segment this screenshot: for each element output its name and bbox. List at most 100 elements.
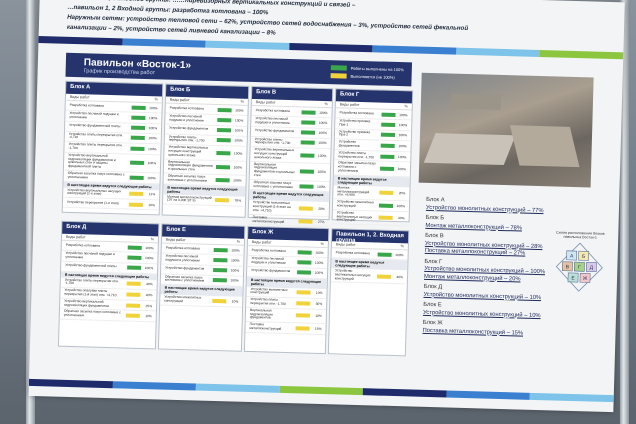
work-label: Разработка котлована — [65, 242, 101, 248]
status-bar — [131, 115, 146, 120]
work-percent: 100% — [144, 255, 154, 261]
work-label: Устройство приямка Пра-2 — [338, 129, 371, 138]
work-label: Устройство фундаментной плиты — [65, 263, 117, 269]
work-label: Устройство вертикальных несущих конструк… — [334, 268, 371, 281]
status-bar — [126, 281, 141, 287]
work-percent: 100% — [233, 151, 243, 156]
col-work: Виды работ — [65, 234, 86, 240]
work-row: Монтаж металлоконструкций (ЭТ на 0,000 Э… — [162, 194, 246, 207]
work-percent: 100% — [317, 153, 327, 158]
work-label: Устройство песчаной подушки и уплотнение — [65, 250, 115, 260]
status-bar — [215, 198, 230, 203]
work-percent: 100% — [147, 147, 157, 152]
work-percent: 40% — [146, 282, 153, 287]
work-label: Устройство песчаной подушки и уплотнение — [251, 256, 286, 265]
work-percent: 11% — [148, 192, 156, 197]
work-percent: 100% — [233, 178, 242, 183]
work-label: Устройство вертикальных несущих конструк… — [254, 147, 295, 160]
status-bar — [213, 247, 228, 252]
col-pct: % — [154, 97, 158, 102]
work-percent: 100% — [399, 112, 408, 117]
work-percent: 10% — [148, 202, 155, 207]
status-bar — [379, 166, 395, 172]
panel-block-a: Блок А Виды работ% Разработка котлована 100… — [61, 80, 164, 216]
col-pct: % — [400, 244, 404, 249]
work-percent: 100% — [234, 118, 244, 123]
construction-site-photo — [418, 72, 594, 188]
work-label: Обратная засыпка пазух котлована с уплот… — [63, 309, 121, 318]
work-label: Разработка котлована — [69, 102, 104, 108]
status-bar — [216, 150, 231, 156]
work-label: Устройство плиты перекрытия отм. -1,700 — [68, 142, 123, 151]
status-bar — [381, 122, 396, 127]
work-percent: 100% — [145, 245, 154, 250]
col-work: Виды работ — [255, 100, 276, 105]
col-pct: % — [404, 104, 408, 109]
status-bar — [300, 153, 315, 158]
status-bar — [376, 274, 392, 279]
status-bar — [377, 252, 392, 257]
status-bar — [296, 290, 311, 296]
status-bar — [131, 125, 146, 131]
work-percent: 100% — [398, 122, 408, 128]
status-bar — [131, 105, 146, 110]
status-bar — [126, 303, 141, 308]
work-percent: 78% — [234, 198, 242, 204]
work-label: Устройство фундаментов — [251, 268, 291, 274]
status-bar — [300, 130, 316, 135]
work-percent: 100% — [317, 169, 326, 175]
work-label: Обратная засыпка пазух котлована с уплот… — [337, 160, 376, 173]
work-label: Устройство монолитных конструкций (1-й э… — [252, 200, 291, 213]
scheme-diagram: А БВ Г ДЕ Ж — [555, 243, 603, 293]
work-label: Устройство песчаной подушки и уплотнение — [69, 110, 119, 120]
summary-block: Блок Ж Поставка металлоконструкций – 15% — [422, 320, 572, 339]
col-pct: % — [320, 241, 324, 247]
work-percent: 28% — [318, 206, 325, 212]
work-percent: 100% — [318, 141, 327, 146]
status-bar — [125, 313, 140, 319]
status-bar — [128, 202, 143, 207]
work-label: Устройство фундаментов — [165, 265, 205, 271]
work-percent: 100% — [317, 184, 326, 189]
work-label: Вертикальная гидроизоляция фундаментов и… — [167, 159, 213, 172]
work-percent: 40% — [397, 216, 405, 221]
work-percent: 100% — [231, 247, 240, 253]
work-percent: 40% — [396, 274, 404, 279]
work-label: Разработка котлована — [251, 247, 286, 253]
status-bar — [127, 265, 142, 271]
work-percent: 100% — [314, 260, 324, 265]
work-label: Обратная засыпка пазух котлована с уплот… — [164, 274, 205, 284]
legend-done: Работы выполнены на 100% — [330, 65, 404, 72]
status-bar — [127, 245, 142, 250]
panel-block-b: Блок Б Виды работ% Разработка котлована 100… — [161, 83, 250, 218]
work-label: Поставка металлоконструкций — [249, 322, 282, 331]
work-label: Устройство фундаментов — [169, 125, 209, 131]
status-bar — [299, 169, 314, 174]
col-work: Виды работ — [69, 94, 90, 100]
work-label: Обратная засыпка пазух котлована с уплот… — [253, 179, 293, 189]
block-layout-scheme: Схема расположения блоков павильона Вост… — [551, 230, 607, 301]
work-percent: 100% — [395, 252, 404, 257]
status-bar — [127, 255, 142, 260]
work-label: Разработка котлована — [255, 107, 290, 113]
work-percent: 100% — [148, 115, 158, 121]
panel-block-v: Блок В Виды работ% Разработка котлована 100… — [247, 85, 334, 228]
scheme-block-label: Г — [578, 265, 581, 271]
work-percent: 100% — [314, 270, 324, 276]
work-percent: 40% — [145, 293, 153, 298]
status-bar — [301, 120, 316, 125]
panel-block-e: Блок Е Виды работ% Разработка котлована 100… — [157, 223, 246, 352]
status-bar — [298, 206, 313, 211]
work-label: Разработка котлована — [335, 249, 370, 255]
work-label: Устройство приямка Пра-1 — [339, 118, 371, 127]
status-bar — [213, 257, 228, 263]
work-row: Устройство вертикальных несущих конструк… — [330, 268, 408, 285]
work-percent: 100% — [235, 107, 244, 113]
status-bar — [215, 177, 230, 183]
status-bar — [216, 138, 231, 143]
status-bar — [212, 278, 227, 283]
status-bar — [297, 270, 312, 275]
work-percent: 100% — [147, 161, 157, 166]
work-label: Устройство песчаной подушки и уплотнение — [165, 253, 201, 263]
legend-progress: Выполняется (не 100%) — [330, 73, 403, 80]
